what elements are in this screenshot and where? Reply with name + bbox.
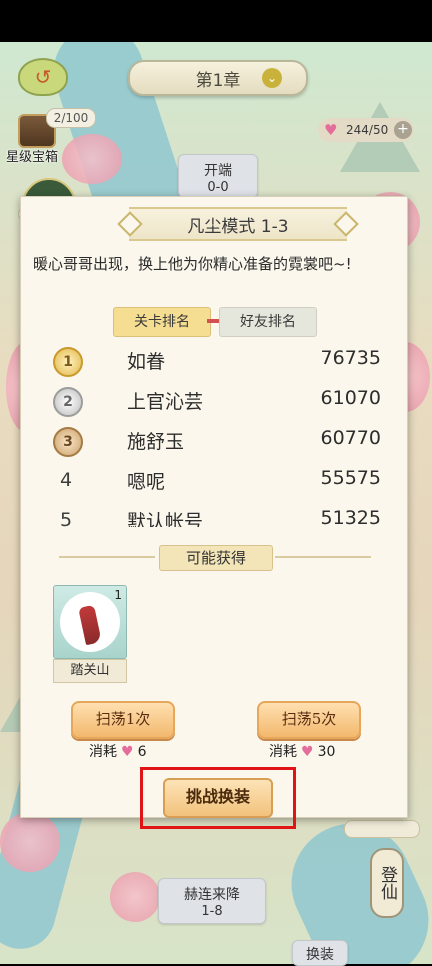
tab-stage-ranking[interactable]: 关卡排名 xyxy=(113,307,211,337)
player-name: 施舒玉 xyxy=(127,431,185,453)
node-title: 开端 xyxy=(204,163,232,179)
hearts-value: 244/50 xyxy=(346,123,389,137)
node-stage: 1-8 xyxy=(201,904,223,919)
swirl-back-icon: ↺ xyxy=(34,65,52,89)
stage-dialog: 凡尘模式 1-3 暖心哥哥出现，换上他为你精心准备的霓裳吧~! 关卡排名 好友排… xyxy=(20,196,408,829)
ranking-tabs: 关卡排名 好友排名 xyxy=(113,307,317,337)
ranking-row: 1 如眷 76735 xyxy=(41,341,381,381)
dengxian-button[interactable]: 登仙 xyxy=(370,848,404,918)
blossom-tree xyxy=(110,872,160,922)
chapter-title: 第1章 xyxy=(195,70,241,91)
challenge-button[interactable]: 挑战换装 xyxy=(163,778,273,818)
rank-number: 4 xyxy=(59,469,73,491)
cost-label: 消耗 xyxy=(269,744,297,760)
player-score: 76735 xyxy=(320,347,381,369)
rank-number: 5 xyxy=(59,509,73,527)
sweep-five-cost: 消耗 ♥ 30 xyxy=(269,741,335,761)
chapter-selector[interactable]: 第1章 ⌄ xyxy=(128,60,308,96)
ranking-list[interactable]: 1 如眷 76735 2 上官沁芸 61070 3 施舒玉 60770 4 嗯呢… xyxy=(41,341,381,527)
back-button[interactable]: ↺ xyxy=(18,58,68,96)
player-score: 61070 xyxy=(320,387,381,409)
chest-progress: 2/100 xyxy=(46,108,96,128)
gold-medal-icon: 1 xyxy=(53,347,83,377)
chest-label: 星级宝箱 xyxy=(6,150,59,165)
heart-icon: ♥ xyxy=(301,744,314,760)
ranking-row: 5 默认帐号 51325 xyxy=(41,501,381,527)
ranking-row: 3 施舒玉 60770 xyxy=(41,421,381,461)
cost-label: 消耗 xyxy=(89,744,117,760)
heart-icon: ♥ xyxy=(121,744,134,760)
cost-value: 30 xyxy=(317,744,336,760)
map-node-start[interactable]: 开端 0-0 xyxy=(178,154,258,198)
sweep-once-cost: 消耗 ♥ 6 xyxy=(89,741,146,761)
divider-line xyxy=(275,556,371,558)
player-score: 60770 xyxy=(320,427,381,449)
heart-counter: ♥ 244/50 + xyxy=(318,118,414,142)
item-name: 踏关山 xyxy=(53,659,127,683)
item-frame xyxy=(60,592,120,652)
player-name: 上官沁芸 xyxy=(127,391,204,413)
player-name: 默认帐号 xyxy=(127,511,204,527)
bronze-medal-icon: 3 xyxy=(53,427,83,457)
top-black-bar xyxy=(0,0,432,42)
ranking-row: 2 上官沁芸 61070 xyxy=(41,381,381,421)
rewards-header: 可能获得 xyxy=(159,545,273,571)
tab-friend-ranking[interactable]: 好友排名 xyxy=(219,307,317,337)
map-node-huanzhuang[interactable]: 换装 xyxy=(292,940,348,966)
dialog-title-plaque: 凡尘模式 1-3 xyxy=(129,207,347,241)
player-score: 51325 xyxy=(320,507,381,527)
add-hearts-button[interactable]: + xyxy=(394,121,412,139)
player-name: 嗯呢 xyxy=(127,471,166,493)
rewards-divider: 可能获得 xyxy=(59,545,371,571)
highlight-box: 挑战换装 xyxy=(140,767,296,829)
map-node-helian[interactable]: 赫连来降 1-8 xyxy=(158,878,266,924)
stage-description: 暖心哥哥出现，换上他为你精心准备的霓裳吧~! xyxy=(33,255,352,273)
node-title: 换装 xyxy=(306,947,334,963)
node-stage: 0-0 xyxy=(207,180,229,195)
player-name: 如眷 xyxy=(127,351,166,373)
boot-icon xyxy=(78,604,102,646)
player-score: 55575 xyxy=(320,467,381,489)
star-chest[interactable]: 2/100 星级宝箱 xyxy=(6,104,98,165)
blossom-tree xyxy=(0,812,60,872)
divider-line xyxy=(59,556,155,558)
item-count: 1 xyxy=(114,588,122,602)
ranking-row: 4 嗯呢 55575 xyxy=(41,461,381,501)
side-pill xyxy=(344,820,420,838)
silver-medal-icon: 2 xyxy=(53,387,83,417)
reward-item[interactable]: 1 xyxy=(53,585,127,659)
heart-icon: ♥ xyxy=(324,121,338,139)
dialog-title: 凡尘模式 1-3 xyxy=(187,216,289,237)
sweep-five-button[interactable]: 扫荡5次 xyxy=(257,701,361,739)
node-title: 赫连来降 xyxy=(184,887,240,903)
sweep-once-button[interactable]: 扫荡1次 xyxy=(71,701,175,739)
cost-value: 6 xyxy=(137,744,147,760)
chevron-down-icon[interactable]: ⌄ xyxy=(262,68,282,88)
